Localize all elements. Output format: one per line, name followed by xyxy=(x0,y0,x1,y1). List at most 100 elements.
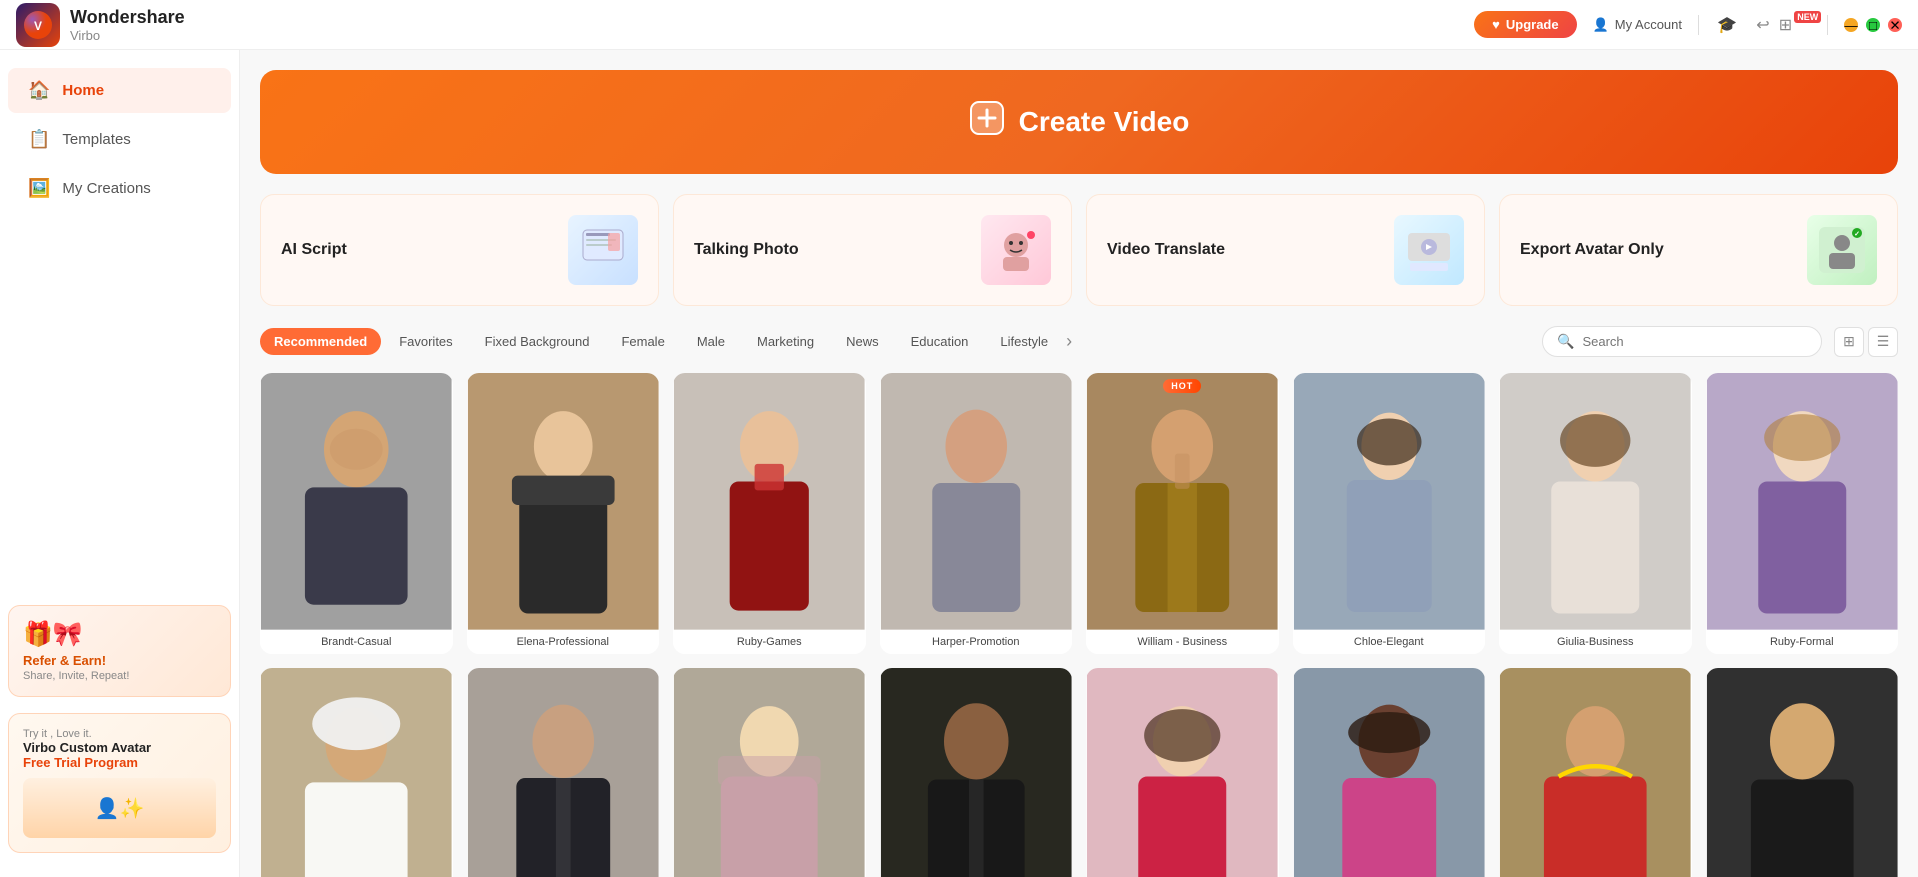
avatar-card-3[interactable]: Ruby-Games xyxy=(673,373,866,654)
minimize-button[interactable]: — xyxy=(1844,18,1858,32)
avatar-card-13[interactable]: Harper - News Anchor xyxy=(1086,668,1279,877)
avatar-card-1[interactable]: Brandt-Casual xyxy=(260,373,453,654)
avatar-name: Giulia-Business xyxy=(1499,630,1692,654)
titlebar: V Wondershare Virbo ♥ Upgrade 👤 My Accou… xyxy=(0,0,1918,50)
video-translate-title: Video Translate xyxy=(1107,241,1225,259)
grid-icon[interactable]: ⊞ NEW xyxy=(1787,13,1811,37)
filter-tab-female[interactable]: Female xyxy=(607,328,678,355)
refer-earn-subtitle: Share, Invite, Repeat! xyxy=(23,670,216,682)
virbo-trial-promo[interactable]: Try it , Love it. Virbo Custom Avatar Fr… xyxy=(8,713,231,853)
upgrade-icon: ♥ xyxy=(1492,17,1500,32)
titlebar-right: ♥ Upgrade 👤 My Account 🎓 ↩ ⊞ NEW — □ ✕ xyxy=(1474,11,1902,38)
close-button[interactable]: ✕ xyxy=(1888,18,1902,32)
filter-tab-male[interactable]: Male xyxy=(683,328,739,355)
filter-tab-marketing[interactable]: Marketing xyxy=(743,328,828,355)
avatar-card-6[interactable]: Chloe-Elegant xyxy=(1293,373,1486,654)
avatar-card-9[interactable]: Arjun - Araber xyxy=(260,668,453,877)
avatar-card-7[interactable]: Giulia-Business xyxy=(1499,373,1692,654)
hot-badge: HOT xyxy=(1163,379,1201,393)
avatar-image xyxy=(673,668,866,877)
avatar-image xyxy=(467,373,660,630)
avatar-card-10[interactable]: Gabriel-Business xyxy=(467,668,660,877)
svg-text:✓: ✓ xyxy=(1854,231,1860,238)
filter-more-icon[interactable]: › xyxy=(1066,331,1072,352)
avatar-image xyxy=(467,668,660,877)
avatar-image xyxy=(1086,668,1279,877)
sidebar-item-home[interactable]: 🏠 Home xyxy=(8,68,231,113)
my-account-label: My Account xyxy=(1615,17,1682,32)
avatar-card-16[interactable]: Noppon - Fitness xyxy=(1706,668,1899,877)
sidebar: 🏠 Home 📋 Templates 🖼️ My Creations 🎁🎀 Re… xyxy=(0,50,240,877)
upgrade-button[interactable]: ♥ Upgrade xyxy=(1474,11,1576,38)
avatar-card-12[interactable]: John-Marketer xyxy=(880,668,1073,877)
avatar-grid: Brandt-Casual Elena-Professional Ruby-Ga… xyxy=(260,373,1898,877)
avatar-card-15[interactable]: Amara - Traditional xyxy=(1499,668,1692,877)
filter-tab-recommended[interactable]: Recommended xyxy=(260,328,381,355)
refer-earn-promo[interactable]: 🎁🎀 Refer & Earn! Share, Invite, Repeat! xyxy=(8,605,231,697)
ai-script-title: AI Script xyxy=(281,241,347,259)
app-name: Wondershare xyxy=(70,7,185,28)
ai-script-image xyxy=(568,215,638,285)
feature-card-export-avatar[interactable]: Export Avatar Only ✓ xyxy=(1499,194,1898,306)
avatar-card-4[interactable]: Harper-Promotion xyxy=(880,373,1073,654)
templates-icon: 📋 xyxy=(28,129,50,150)
history-icon[interactable]: ↩ xyxy=(1751,13,1775,37)
promo-image: 👤✨ xyxy=(23,778,216,838)
app-logo: V xyxy=(16,3,60,47)
window-controls: — □ ✕ xyxy=(1844,18,1902,32)
try-it-label: Try it , Love it. xyxy=(23,728,216,740)
avatar-image xyxy=(1293,373,1486,630)
sidebar-item-templates[interactable]: 📋 Templates xyxy=(8,117,231,162)
refer-earn-title: Refer & Earn! xyxy=(23,653,216,668)
filter-tab-lifestyle[interactable]: Lifestyle xyxy=(986,328,1062,355)
avatar-name: Ruby-Formal xyxy=(1706,630,1899,654)
upgrade-label: Upgrade xyxy=(1506,17,1559,32)
filter-tab-education[interactable]: Education xyxy=(897,328,983,355)
avatar-name: Ruby-Games xyxy=(673,630,866,654)
list-view-button[interactable]: ☰ xyxy=(1868,327,1898,357)
video-translate-image xyxy=(1394,215,1464,285)
feature-card-talking-photo[interactable]: Talking Photo xyxy=(673,194,1072,306)
avatar-name: Brandt-Casual xyxy=(260,630,453,654)
my-account-button[interactable]: 👤 My Account xyxy=(1593,17,1682,33)
export-avatar-title: Export Avatar Only xyxy=(1520,241,1664,259)
virbo-custom-title: Virbo Custom Avatar xyxy=(23,740,216,755)
avatar-image xyxy=(1499,668,1692,877)
avatar-image xyxy=(1293,668,1486,877)
create-video-banner[interactable]: Create Video xyxy=(260,70,1898,174)
avatar-image xyxy=(260,668,453,877)
filter-tab-favorites[interactable]: Favorites xyxy=(385,328,466,355)
feature-cards: AI Script Talking Phot xyxy=(260,194,1898,306)
new-badge: NEW xyxy=(1794,11,1821,23)
app-brand: Virbo xyxy=(70,28,185,43)
avatar-name: Elena-Professional xyxy=(467,630,660,654)
titlebar-icons: 🎓 ↩ ⊞ NEW xyxy=(1715,13,1811,37)
divider xyxy=(1698,15,1699,35)
avatar-name: Chloe-Elegant xyxy=(1293,630,1486,654)
filter-tab-news[interactable]: News xyxy=(832,328,893,355)
talking-photo-image xyxy=(981,215,1051,285)
avatar-name: Harper-Promotion xyxy=(880,630,1073,654)
avatar-card-5[interactable]: HOT William - Business xyxy=(1086,373,1279,654)
maximize-button[interactable]: □ xyxy=(1866,18,1880,32)
avatar-card-14[interactable]: Contee-Leisure xyxy=(1293,668,1486,877)
filter-tab-fixed-background[interactable]: Fixed Background xyxy=(471,328,604,355)
sidebar-item-my-creations[interactable]: 🖼️ My Creations xyxy=(8,166,231,211)
avatar-card-2[interactable]: Elena-Professional xyxy=(467,373,660,654)
divider2 xyxy=(1827,15,1828,35)
feature-card-ai-script[interactable]: AI Script xyxy=(260,194,659,306)
search-input[interactable] xyxy=(1582,334,1807,349)
search-icon: 🔍 xyxy=(1557,333,1574,350)
home-icon: 🏠 xyxy=(28,80,50,101)
talking-photo-title: Talking Photo xyxy=(694,241,799,259)
avatar-image xyxy=(673,373,866,630)
grid-view-button[interactable]: ⊞ xyxy=(1834,327,1864,357)
graduation-icon[interactable]: 🎓 xyxy=(1715,13,1739,37)
avatar-image xyxy=(1499,373,1692,630)
avatar-card-8[interactable]: Ruby-Formal xyxy=(1706,373,1899,654)
view-toggle: ⊞ ☰ xyxy=(1834,327,1898,357)
avatar-card-11[interactable]: Mina - Hanfu xyxy=(673,668,866,877)
create-video-icon xyxy=(969,100,1005,144)
feature-card-video-translate[interactable]: Video Translate xyxy=(1086,194,1485,306)
avatar-name: William - Business xyxy=(1086,630,1279,654)
